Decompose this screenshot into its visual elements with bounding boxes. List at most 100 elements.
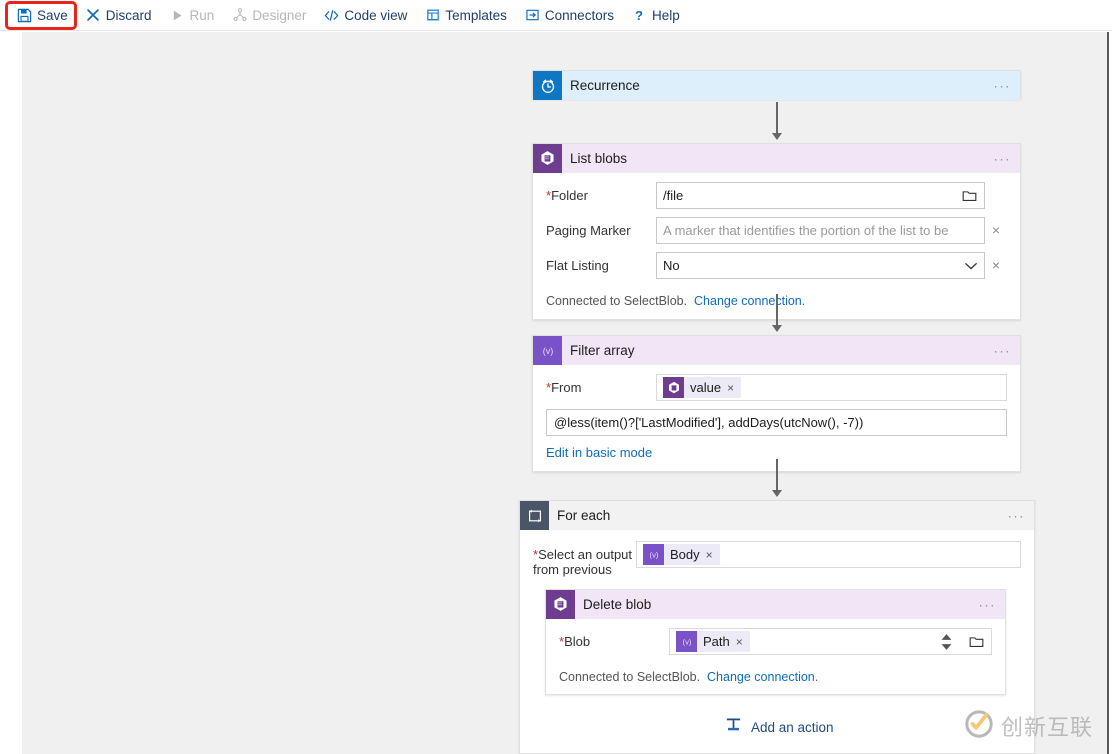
field-label-paging-marker: Paging Marker [546,223,631,238]
toolbar-item-designer-label: Designer [252,7,307,23]
insert-action-icon [725,717,742,737]
toolbar-item-help-label: Help [651,7,680,23]
card-filter-array[interactable]: (v) Filter array ··· *From value × @less… [532,335,1021,472]
blob-storage-icon [546,590,575,619]
field-label-flat-listing: Flat Listing [546,258,609,273]
list-blobs-connection-text: Connected to SelectBlob. [546,294,688,308]
card-for-each-header[interactable]: For each ··· [520,501,1034,530]
play-icon [170,8,185,23]
field-label-folder: *Folder [546,188,588,203]
card-for-each-menu[interactable]: ··· [1008,509,1026,522]
folder-picker-icon[interactable] [955,184,983,207]
toolbar-item-run-label: Run [189,7,215,23]
card-recurrence-header[interactable]: Recurrence ··· [533,71,1020,100]
delete-blob-change-connection-link[interactable]: Change connection. [707,670,818,684]
token-chip-body-label: Body [670,547,700,562]
svg-text:?: ? [635,8,643,23]
token-chip-body-remove-icon[interactable]: × [706,548,713,562]
clock-icon [533,71,562,100]
paging-marker-clear-icon[interactable]: × [985,217,1007,244]
token-chip-path-remove-icon[interactable]: × [736,635,743,649]
token-chip-path[interactable]: (v) Path × [676,631,750,652]
toolbar-item-help[interactable]: ? Help [623,3,689,27]
card-recurrence-menu[interactable]: ··· [994,79,1012,92]
close-icon [86,8,101,23]
chevron-down-icon[interactable] [964,258,978,273]
card-delete-blob-menu[interactable]: ··· [979,598,997,611]
token-chip-value-label: value [690,380,722,395]
field-label-blob: *Blob [559,634,591,649]
toolbar-item-connectors-label: Connectors [544,7,614,23]
toolbar-item-designer[interactable]: Designer [223,3,315,27]
paging-marker-input[interactable]: A marker that identifies the portion of … [656,217,985,244]
from-input[interactable]: value × [656,374,1007,401]
field-row-select-output: *Select an output from previous (v) Body… [533,541,1021,577]
toolbar-item-templates-label: Templates [445,7,507,23]
card-for-each-title: For each [557,508,611,523]
help-icon: ? [632,8,647,23]
select-output-input[interactable]: (v) Body × [636,541,1021,568]
card-list-blobs-title: List blobs [570,151,628,166]
field-row-from: *From value × [546,374,1007,403]
toolbar-item-save[interactable]: Save [8,3,77,27]
token-chip-body[interactable]: (v) Body × [643,544,720,565]
toolbar: Save Discard Run Designer Code view Temp… [0,0,1112,31]
connectors-icon [525,8,540,23]
blob-input[interactable]: (v) Path × [669,628,992,655]
blob-spinner-icon[interactable] [940,633,953,650]
code-icon [324,8,339,23]
token-chip-value-remove-icon[interactable]: × [727,381,734,395]
toolbar-item-templates[interactable]: Templates [416,3,516,27]
expression-icon: (v) [643,544,664,565]
card-filter-array-header[interactable]: (v) Filter array ··· [533,336,1020,365]
blob-storage-icon [533,144,562,173]
templates-icon [425,8,440,23]
card-recurrence[interactable]: Recurrence ··· [532,70,1021,100]
save-icon [17,8,32,23]
flat-listing-select[interactable]: No [656,252,985,279]
list-blobs-change-connection-link[interactable]: Change connection. [694,294,805,308]
card-list-blobs-header[interactable]: List blobs ··· [533,144,1020,173]
toolbar-item-run[interactable]: Run [161,3,224,27]
card-for-each-body: *Select an output from previous (v) Body… [520,530,1034,695]
filter-expression-value: @less(item()?['LastModified'], addDays(u… [554,415,864,430]
flat-listing-clear-icon[interactable]: × [985,252,1007,279]
toolbar-item-connectors[interactable]: Connectors [516,3,623,27]
toolbar-item-code-view[interactable]: Code view [315,3,416,27]
blob-storage-icon [663,377,684,398]
connector-arrow-3 [769,459,785,497]
card-for-each[interactable]: For each ··· *Select an output from prev… [519,500,1035,754]
connector-arrow-1 [769,102,785,140]
edit-in-basic-mode-link[interactable]: Edit in basic mode [546,445,652,460]
field-label-from: *From [546,380,582,395]
flat-listing-value: No [663,258,680,273]
toolbar-item-discard[interactable]: Discard [77,3,161,27]
card-delete-blob-title: Delete blob [583,597,652,612]
folder-input-value: /file [663,188,684,203]
folder-input[interactable]: /file [656,182,985,209]
blob-folder-picker-icon[interactable] [962,630,990,653]
svg-text:(v): (v) [649,550,658,559]
card-filter-array-menu[interactable]: ··· [994,344,1012,357]
add-an-action-button[interactable]: Add an action [725,717,834,737]
delete-blob-connection-info: Connected to SelectBlob. Change connecti… [559,663,992,684]
filter-expression-input[interactable]: @less(item()?['LastModified'], addDays(u… [546,409,1007,436]
svg-text:(v): (v) [682,637,691,646]
toolbar-item-code-view-label: Code view [344,7,408,23]
card-list-blobs-menu[interactable]: ··· [994,152,1012,165]
expression-icon: (v) [533,336,562,365]
paging-marker-placeholder: A marker that identifies the portion of … [663,223,949,238]
card-delete-blob-header[interactable]: Delete blob ··· [546,590,1005,619]
loop-icon [520,501,549,530]
card-delete-blob-body: *Blob (v) Path × Connected to SelectBlob… [546,619,1005,694]
field-label-select-output: *Select an output from previous [533,547,633,577]
expression-icon: (v) [676,631,697,652]
card-delete-blob[interactable]: Delete blob ··· *Blob (v) Path × Connect… [545,589,1006,695]
field-row-flat-listing: Flat Listing No × [546,252,1007,281]
designer-canvas[interactable]: Recurrence ··· List blobs ··· *Folder /f… [22,32,1109,754]
token-chip-value[interactable]: value × [663,377,742,398]
card-filter-array-body: *From value × @less(item()?['LastModifie… [533,365,1020,471]
toolbar-item-save-label: Save [37,7,68,23]
field-row-blob: *Blob (v) Path × [559,628,992,657]
toolbar-item-discard-label: Discard [105,7,152,23]
